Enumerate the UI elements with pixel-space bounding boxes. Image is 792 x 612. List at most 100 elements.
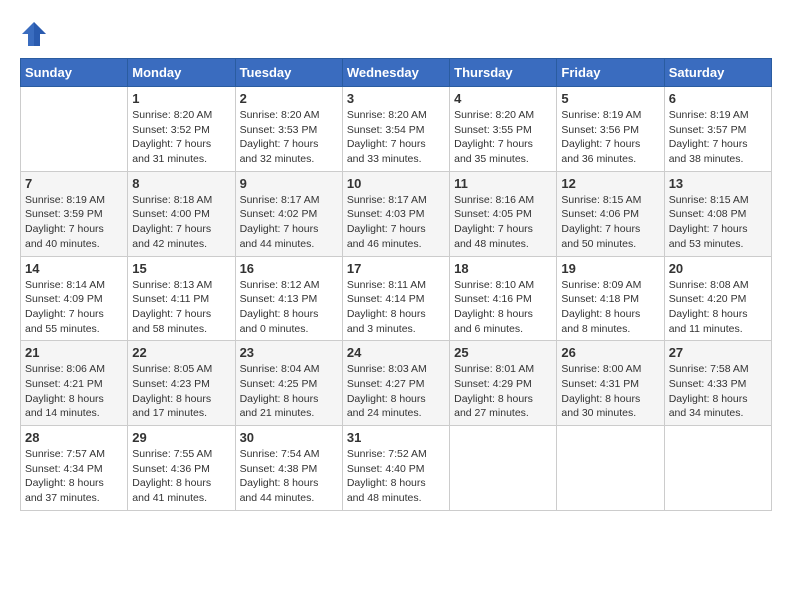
day-number: 16	[240, 261, 338, 276]
day-cell: 31 Sunrise: 7:52 AM Sunset: 4:40 PM Dayli…	[342, 426, 449, 511]
day-cell	[664, 426, 771, 511]
day-number: 20	[669, 261, 767, 276]
day-info: Sunrise: 8:17 AM Sunset: 4:02 PM Dayligh…	[240, 193, 338, 252]
day-info: Sunrise: 8:12 AM Sunset: 4:13 PM Dayligh…	[240, 278, 338, 337]
day-number: 15	[132, 261, 230, 276]
day-number: 23	[240, 345, 338, 360]
day-cell: 2 Sunrise: 8:20 AM Sunset: 3:53 PM Daylig…	[235, 87, 342, 172]
day-cell: 21 Sunrise: 8:06 AM Sunset: 4:21 PM Dayli…	[21, 341, 128, 426]
day-info: Sunrise: 8:20 AM Sunset: 3:55 PM Dayligh…	[454, 108, 552, 167]
day-info: Sunrise: 8:15 AM Sunset: 4:06 PM Dayligh…	[561, 193, 659, 252]
day-number: 8	[132, 176, 230, 191]
day-cell: 7 Sunrise: 8:19 AM Sunset: 3:59 PM Daylig…	[21, 171, 128, 256]
day-number: 7	[25, 176, 123, 191]
day-info: Sunrise: 8:04 AM Sunset: 4:25 PM Dayligh…	[240, 362, 338, 421]
week-row-3: 14Sunrise: 8:14 AM Sunset: 4:09 PM Dayli…	[21, 256, 772, 341]
header-row: SundayMondayTuesdayWednesdayThursdayFrid…	[21, 59, 772, 87]
day-number: 3	[347, 91, 445, 106]
day-info: Sunrise: 8:16 AM Sunset: 4:05 PM Dayligh…	[454, 193, 552, 252]
day-info: Sunrise: 8:09 AM Sunset: 4:18 PM Dayligh…	[561, 278, 659, 337]
day-info: Sunrise: 7:55 AM Sunset: 4:36 PM Dayligh…	[132, 447, 230, 506]
day-number: 26	[561, 345, 659, 360]
day-cell: 16 Sunrise: 8:12 AM Sunset: 4:13 PM Dayli…	[235, 256, 342, 341]
day-number: 17	[347, 261, 445, 276]
day-info: Sunrise: 8:08 AM Sunset: 4:20 PM Dayligh…	[669, 278, 767, 337]
day-cell	[450, 426, 557, 511]
week-row-5: 28 Sunrise: 7:57 AM Sunset: 4:34 PM Dayli…	[21, 426, 772, 511]
header-cell-sunday: Sunday	[21, 59, 128, 87]
day-number: 31	[347, 430, 445, 445]
day-info: Sunrise: 8:19 AM Sunset: 3:56 PM Dayligh…	[561, 108, 659, 167]
header-cell-saturday: Saturday	[664, 59, 771, 87]
day-info: Sunrise: 8:13 AM Sunset: 4:11 PM Dayligh…	[132, 278, 230, 337]
day-number: 9	[240, 176, 338, 191]
day-cell: 18Sunrise: 8:10 AM Sunset: 4:16 PM Dayli…	[450, 256, 557, 341]
header-cell-friday: Friday	[557, 59, 664, 87]
day-cell: 29Sunrise: 7:55 AM Sunset: 4:36 PM Dayli…	[128, 426, 235, 511]
week-row-4: 21 Sunrise: 8:06 AM Sunset: 4:21 PM Dayli…	[21, 341, 772, 426]
day-info: Sunrise: 7:58 AM Sunset: 4:33 PM Dayligh…	[669, 362, 767, 421]
day-cell: 14Sunrise: 8:14 AM Sunset: 4:09 PM Dayli…	[21, 256, 128, 341]
day-cell: 20 Sunrise: 8:08 AM Sunset: 4:20 PM Dayli…	[664, 256, 771, 341]
day-info: Sunrise: 8:06 AM Sunset: 4:21 PM Dayligh…	[25, 362, 123, 421]
day-info: Sunrise: 8:19 AM Sunset: 3:59 PM Dayligh…	[25, 193, 123, 252]
day-number: 5	[561, 91, 659, 106]
day-number: 25	[454, 345, 552, 360]
day-info: Sunrise: 8:20 AM Sunset: 3:52 PM Dayligh…	[132, 108, 230, 167]
header-cell-thursday: Thursday	[450, 59, 557, 87]
day-cell: 23 Sunrise: 8:04 AM Sunset: 4:25 PM Dayli…	[235, 341, 342, 426]
logo-icon	[20, 20, 48, 48]
day-number: 22	[132, 345, 230, 360]
day-number: 28	[25, 430, 123, 445]
day-number: 10	[347, 176, 445, 191]
day-info: Sunrise: 8:05 AM Sunset: 4:23 PM Dayligh…	[132, 362, 230, 421]
day-cell: 4 Sunrise: 8:20 AM Sunset: 3:55 PM Daylig…	[450, 87, 557, 172]
page-header	[20, 20, 772, 48]
day-cell: 25 Sunrise: 8:01 AM Sunset: 4:29 PM Dayli…	[450, 341, 557, 426]
day-cell: 1 Sunrise: 8:20 AM Sunset: 3:52 PM Daylig…	[128, 87, 235, 172]
header-cell-monday: Monday	[128, 59, 235, 87]
calendar-body: 1 Sunrise: 8:20 AM Sunset: 3:52 PM Daylig…	[21, 87, 772, 511]
day-info: Sunrise: 8:11 AM Sunset: 4:14 PM Dayligh…	[347, 278, 445, 337]
day-info: Sunrise: 8:19 AM Sunset: 3:57 PM Dayligh…	[669, 108, 767, 167]
day-number: 24	[347, 345, 445, 360]
day-cell: 26 Sunrise: 8:00 AM Sunset: 4:31 PM Dayli…	[557, 341, 664, 426]
day-cell: 19 Sunrise: 8:09 AM Sunset: 4:18 PM Dayli…	[557, 256, 664, 341]
day-number: 2	[240, 91, 338, 106]
day-cell: 15 Sunrise: 8:13 AM Sunset: 4:11 PM Dayli…	[128, 256, 235, 341]
day-cell: 10Sunrise: 8:17 AM Sunset: 4:03 PM Dayli…	[342, 171, 449, 256]
day-cell: 6 Sunrise: 8:19 AM Sunset: 3:57 PM Daylig…	[664, 87, 771, 172]
day-cell	[557, 426, 664, 511]
day-cell	[21, 87, 128, 172]
day-info: Sunrise: 8:00 AM Sunset: 4:31 PM Dayligh…	[561, 362, 659, 421]
day-number: 1	[132, 91, 230, 106]
day-number: 14	[25, 261, 123, 276]
day-number: 4	[454, 91, 552, 106]
day-cell: 17 Sunrise: 8:11 AM Sunset: 4:14 PM Dayli…	[342, 256, 449, 341]
day-cell: 12 Sunrise: 8:15 AM Sunset: 4:06 PM Dayli…	[557, 171, 664, 256]
day-info: Sunrise: 8:20 AM Sunset: 3:53 PM Dayligh…	[240, 108, 338, 167]
day-info: Sunrise: 8:18 AM Sunset: 4:00 PM Dayligh…	[132, 193, 230, 252]
day-info: Sunrise: 8:01 AM Sunset: 4:29 PM Dayligh…	[454, 362, 552, 421]
day-number: 12	[561, 176, 659, 191]
day-cell: 24 Sunrise: 8:03 AM Sunset: 4:27 PM Dayli…	[342, 341, 449, 426]
day-info: Sunrise: 7:54 AM Sunset: 4:38 PM Dayligh…	[240, 447, 338, 506]
calendar-header: SundayMondayTuesdayWednesdayThursdayFrid…	[21, 59, 772, 87]
day-info: Sunrise: 7:57 AM Sunset: 4:34 PM Dayligh…	[25, 447, 123, 506]
day-number: 21	[25, 345, 123, 360]
day-info: Sunrise: 8:03 AM Sunset: 4:27 PM Dayligh…	[347, 362, 445, 421]
day-info: Sunrise: 7:52 AM Sunset: 4:40 PM Dayligh…	[347, 447, 445, 506]
day-cell: 13Sunrise: 8:15 AM Sunset: 4:08 PM Dayli…	[664, 171, 771, 256]
day-cell: 8 Sunrise: 8:18 AM Sunset: 4:00 PM Daylig…	[128, 171, 235, 256]
day-cell: 9 Sunrise: 8:17 AM Sunset: 4:02 PM Daylig…	[235, 171, 342, 256]
day-number: 30	[240, 430, 338, 445]
logo	[20, 20, 52, 48]
day-number: 6	[669, 91, 767, 106]
day-info: Sunrise: 8:20 AM Sunset: 3:54 PM Dayligh…	[347, 108, 445, 167]
day-cell: 3 Sunrise: 8:20 AM Sunset: 3:54 PM Daylig…	[342, 87, 449, 172]
calendar-table: SundayMondayTuesdayWednesdayThursdayFrid…	[20, 58, 772, 511]
day-number: 19	[561, 261, 659, 276]
day-cell: 27Sunrise: 7:58 AM Sunset: 4:33 PM Dayli…	[664, 341, 771, 426]
week-row-1: 1 Sunrise: 8:20 AM Sunset: 3:52 PM Daylig…	[21, 87, 772, 172]
day-number: 13	[669, 176, 767, 191]
